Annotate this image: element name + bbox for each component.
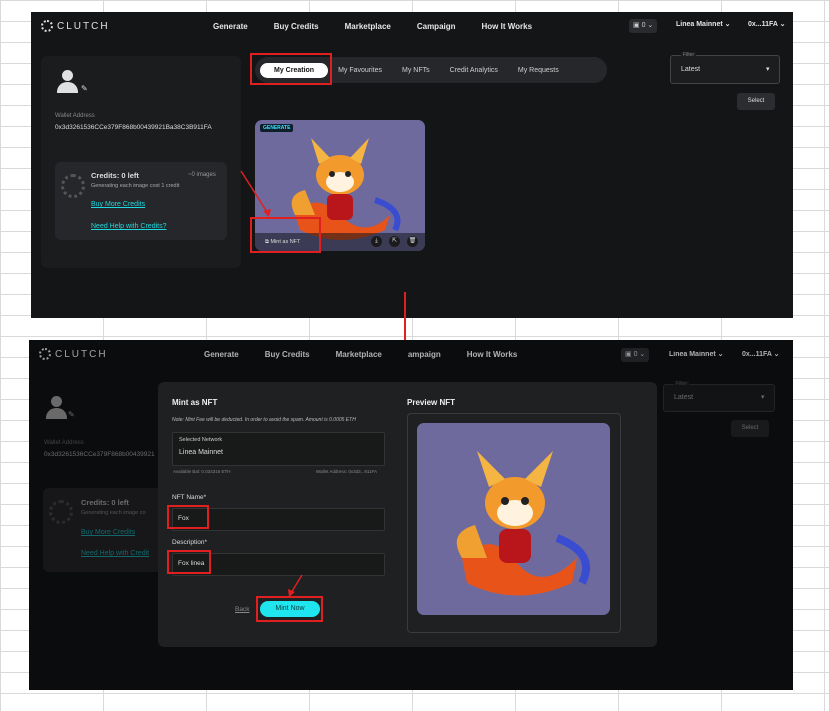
main-menu: Generate Buy Credits Marketplace Campaig…	[213, 22, 558, 31]
tab-my-nfts[interactable]: My NFTs	[392, 67, 440, 74]
back-link[interactable]: Back	[235, 606, 249, 613]
preview-title: Preview NFT	[407, 398, 456, 407]
network-dropdown-2[interactable]: Linea Mainnet ⌄	[669, 350, 724, 358]
credits-gear-icon	[61, 174, 85, 198]
available-balance: Available Bal: 0.034316 ETH	[173, 469, 231, 474]
select-button[interactable]: Select	[737, 93, 775, 110]
nav-campaign[interactable]: Campaign	[417, 22, 456, 31]
annotation-highlight-tab	[250, 53, 332, 85]
network-dropdown[interactable]: Linea Mainnet ⌄	[676, 20, 731, 28]
nav-generate-2[interactable]: Generate	[204, 350, 239, 359]
fox-preview-image	[456, 451, 590, 596]
credits-title: Credits: 0 left	[91, 171, 139, 180]
nav-marketplace[interactable]: Marketplace	[345, 22, 391, 31]
help-credits-link[interactable]: Need Help with Credits?	[91, 223, 166, 230]
network-field[interactable]: Selected Network Linea Mainnet	[172, 432, 385, 466]
account-dropdown-2[interactable]: 0x...11FA ⌄	[742, 350, 780, 358]
logo-gear-icon-2	[39, 348, 51, 360]
tab-my-favourites[interactable]: My Favourites	[328, 67, 392, 74]
annotation-arrow-1	[240, 170, 271, 217]
screenshot-my-creation: CLUTCH Generate Buy Credits Marketplace …	[31, 12, 793, 318]
preview-frame	[407, 413, 621, 633]
annotation-highlight-name	[167, 505, 209, 529]
nav-how-it-works-2[interactable]: How It Works	[467, 350, 518, 359]
nav-generate[interactable]: Generate	[213, 22, 248, 31]
credits-pill[interactable]: ▣ 0 ⌄	[629, 19, 658, 33]
credits-pill-2[interactable]: ▣ 0 ⌄	[621, 348, 650, 362]
nft-name-label: NFT Name*	[172, 494, 207, 501]
avatar-icon	[57, 70, 79, 94]
nav-marketplace-2[interactable]: Marketplace	[336, 350, 382, 359]
wallet-label: Wallet Address	[55, 113, 95, 119]
annotation-highlight-mint-now	[256, 596, 323, 622]
top-nav: CLUTCH Generate Buy Credits Marketplace …	[31, 12, 793, 42]
generate-badge: GENERATE	[260, 124, 294, 132]
credits-box: Credits: 0 left ~0 images Generating eac…	[55, 162, 227, 240]
annotation-highlight-mint	[250, 217, 321, 253]
delete-icon[interactable]: 🗑	[407, 236, 418, 247]
nav-how-it-works[interactable]: How It Works	[482, 22, 533, 31]
wallet-address: 0x3d3261536CCe379F868b00439921Ba38C3B911…	[55, 124, 212, 131]
main-menu-2: Generate Buy Credits Marketplace ampaign…	[204, 350, 543, 359]
nav-buy-credits[interactable]: Buy Credits	[274, 22, 319, 31]
caret-down-icon: ▾	[766, 66, 770, 73]
filter-select[interactable]: Filter Latest ▾	[670, 52, 780, 84]
edit-pencil-icon-2: ✎	[68, 410, 75, 419]
annotation-arrow-2	[288, 574, 303, 597]
screenshot-mint-modal: CLUTCH Generate Buy Credits Marketplace …	[29, 340, 793, 690]
logo: CLUTCH	[41, 20, 110, 32]
logo-gear-icon	[41, 20, 53, 32]
buy-more-credits-link[interactable]: Buy More Credits	[91, 201, 145, 208]
mint-modal: Mint as NFT Note: Mint Fee will be deduc…	[158, 382, 657, 647]
wallet-short: Wallet Address: 0x3d3...911FA	[316, 469, 378, 474]
nav-campaign-2[interactable]: ampaign	[408, 350, 441, 359]
description-label: Description*	[172, 539, 208, 546]
credits-box-2: Credits: 0 left Generating each image co…	[43, 488, 163, 572]
profile-panel: ✎ Wallet Address 0x3d3261536CCe379F868b0…	[41, 56, 241, 268]
credits-images: ~0 images	[188, 172, 216, 178]
credits-note: Generating each image cost 1 credit	[91, 183, 180, 189]
nav-buy-credits-2[interactable]: Buy Credits	[265, 350, 310, 359]
top-nav-2: CLUTCH Generate Buy Credits Marketplace …	[29, 340, 793, 370]
annotation-highlight-description	[167, 550, 211, 574]
account-dropdown[interactable]: 0x...11FA ⌄	[748, 20, 786, 28]
filter-select-2: Filter Latest ▾	[663, 381, 775, 412]
preview-image	[417, 423, 610, 615]
tab-credit-analytics[interactable]: Credit Analytics	[440, 67, 508, 74]
share-icon[interactable]: ⇱	[389, 236, 400, 247]
mint-fee-note: Note: Mint Fee will be deducted. In orde…	[172, 417, 356, 423]
logo-2: CLUTCH	[39, 348, 108, 360]
edit-pencil-icon[interactable]: ✎	[81, 84, 88, 93]
avatar-icon-2	[46, 396, 68, 420]
download-icon[interactable]: ⤓	[371, 236, 382, 247]
modal-title: Mint as NFT	[172, 398, 218, 407]
tab-my-requests[interactable]: My Requests	[508, 67, 569, 74]
